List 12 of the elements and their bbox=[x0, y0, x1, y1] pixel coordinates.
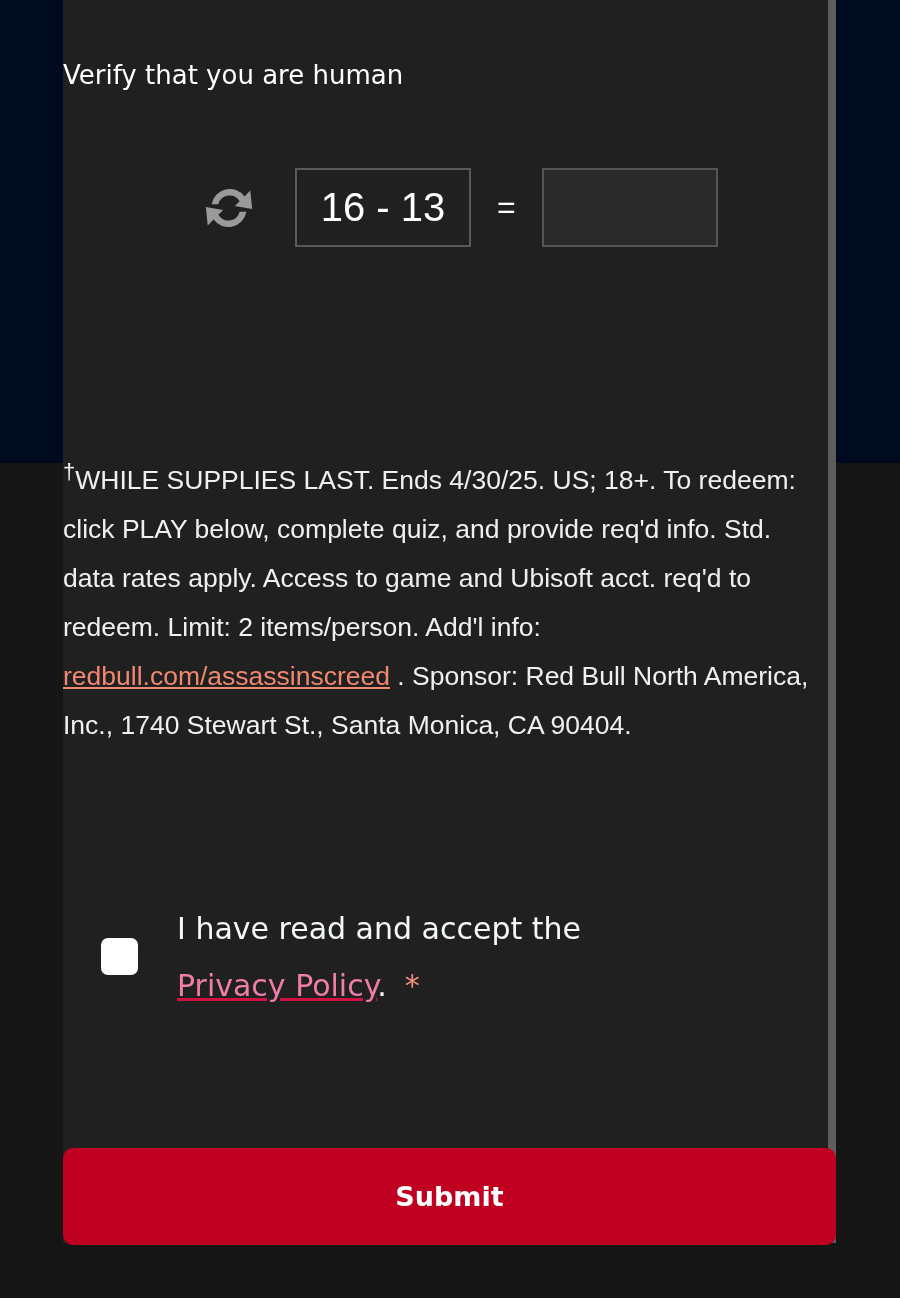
required-mark: * bbox=[404, 967, 420, 1003]
terms-link[interactable]: redbull.com/assassinscreed bbox=[63, 660, 390, 691]
captcha-question: 16 - 13 bbox=[295, 168, 471, 247]
consent-text: I have read and accept the bbox=[177, 910, 581, 946]
period-text: . bbox=[377, 967, 387, 1003]
submit-button[interactable]: Submit bbox=[63, 1148, 836, 1245]
terms-paragraph: $^{†}$WHILE SUPPLIES LAST. Ends 4/30/25. US; 18+. To redeem: click PLAY below, complete quiz, and provide req'd info. Std. data rates apply. Access to game and Ubisoft acct. req'd to redeem. Limit: 2 items/person. Add'l info: redbull.com/assassinscreed . Sponsor: Red Bull North America, Inc., 1740 Stewart St., Santa Monica, CA 90404. bbox=[63, 458, 810, 742]
consent-checkbox[interactable] bbox=[101, 938, 138, 976]
form-title: Verify that you are human bbox=[63, 59, 405, 90]
equals-sign: = bbox=[497, 189, 516, 226]
privacy-policy-link[interactable]: Privacy Policy bbox=[177, 967, 378, 1003]
answer-field[interactable] bbox=[541, 168, 718, 247]
